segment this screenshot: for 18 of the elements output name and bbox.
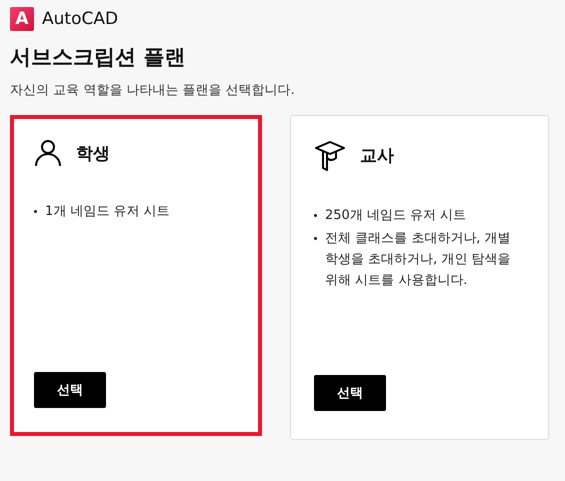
graduation-cap-icon <box>314 139 346 171</box>
plan-card[interactable]: 학생 1개 네임드 유저 시트 선택 <box>10 115 262 436</box>
page-subtitle: 자신의 교육 역할을 나타내는 플랜을 선택합니다. <box>10 82 296 99</box>
page-heading: 서브스크립션 플랜 <box>10 44 186 71</box>
plan-card[interactable]: 교사 250개 네임드 유저 시트 전체 클래스를 초대하거나, 개별 학생을 초대하거나, 개인 탐색을 위해 시트를 사용합니다. 선택 <box>290 115 549 440</box>
select-button[interactable]: 선택 <box>314 375 386 411</box>
feature-text: 전체 클래스를 초대하거나, 개별 학생을 초대하거나, 개인 탐색을 위해 시트를 사용합니다. <box>325 230 512 290</box>
bullet-icon <box>314 237 317 240</box>
select-button[interactable]: 선택 <box>34 372 106 408</box>
plan-title: 교사 <box>360 144 394 166</box>
app-name: AutoCAD <box>42 9 118 29</box>
bullet-icon <box>34 210 37 213</box>
autocad-logo: A <box>10 7 34 31</box>
person-icon <box>34 139 62 167</box>
bullet-icon <box>314 214 317 217</box>
feature-text: 1개 네임드 유저 시트 <box>45 203 170 221</box>
plan-title: 학생 <box>76 142 110 164</box>
feature-text: 250개 네임드 유저 시트 <box>325 207 466 225</box>
